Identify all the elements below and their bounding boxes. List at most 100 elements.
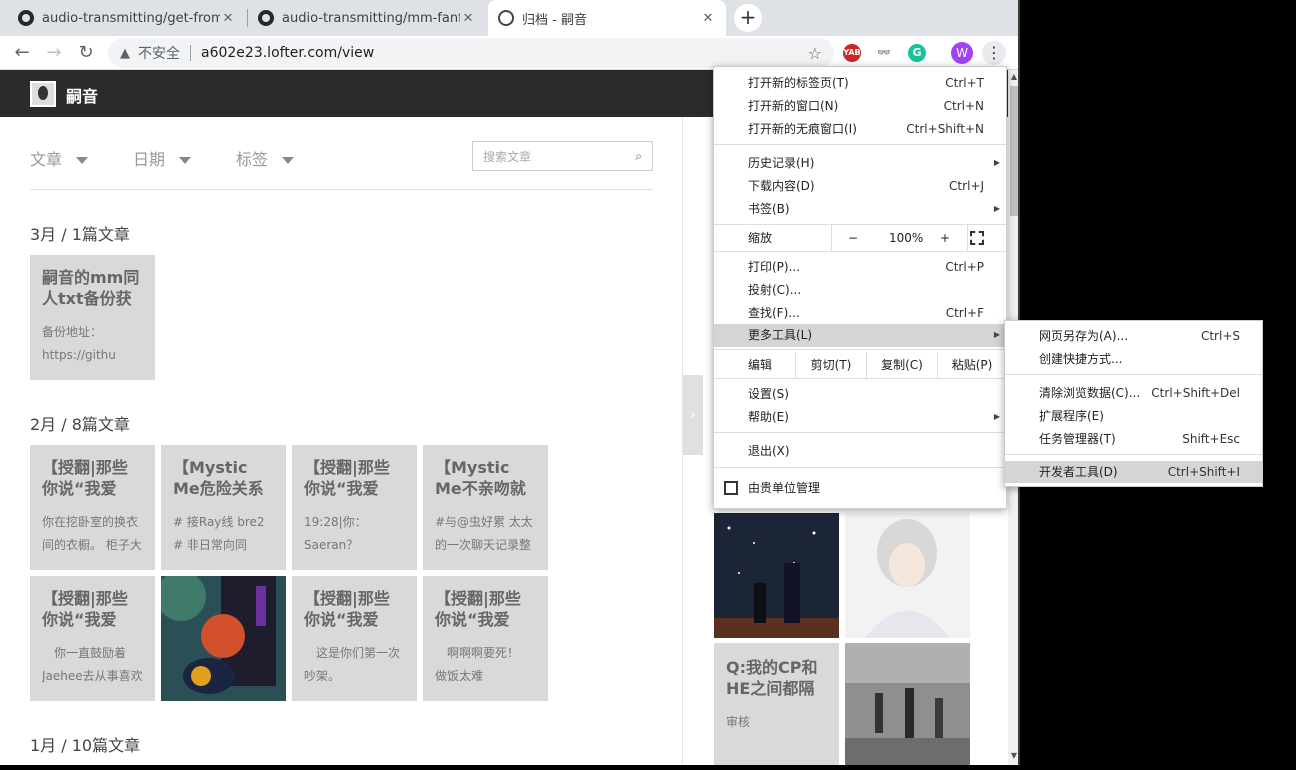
- thumbnail-image[interactable]: [845, 643, 970, 765]
- profile-avatar[interactable]: W: [951, 42, 973, 64]
- search-input[interactable]: 搜索文章 ⌕: [472, 141, 653, 171]
- omnibox-divider: [190, 45, 191, 61]
- menu-item-help[interactable]: 帮助(E) ▶: [714, 406, 1006, 428]
- menu-item-create-shortcut[interactable]: 创建快捷方式...: [1005, 348, 1262, 370]
- building-icon: [724, 481, 738, 495]
- address-bar[interactable]: ▲ 不安全 a602e23.lofter.com/view ☆: [108, 38, 834, 68]
- back-button[interactable]: ←: [10, 41, 34, 65]
- menu-item-save-page[interactable]: 网页另存为(A)... Ctrl+S: [1005, 325, 1262, 347]
- thumbnail-card[interactable]: Q:我的CP和HE之间都隔 审核: [714, 643, 839, 765]
- menu-item-new-tab[interactable]: 打开新的标签页(T) Ctrl+T: [714, 72, 1006, 94]
- menu-item-devtools[interactable]: 开发者工具(D) Ctrl+Shift+I: [1005, 461, 1262, 483]
- tab-github-get-from-lofter[interactable]: audio-transmitting/get-from-l ✕: [8, 0, 246, 36]
- forward-button[interactable]: →: [42, 41, 66, 65]
- menu-item-clear-data[interactable]: 清除浏览数据(C)... Ctrl+Shift+Del: [1005, 382, 1262, 404]
- reload-button[interactable]: ↻: [74, 41, 98, 65]
- article-card[interactable]: 【授翻|那些你说“我爱 你一直鼓励着Jaehee去从事喜欢: [30, 576, 155, 701]
- card-title: 【授翻|那些你说“我爱: [42, 589, 128, 629]
- menu-shortcut: Shift+Esc: [1182, 432, 1240, 446]
- warning-icon[interactable]: ▲: [120, 46, 130, 61]
- menu-item-more-tools[interactable]: 更多工具(L) ▶: [714, 324, 1006, 347]
- menu-separator: [714, 432, 1006, 433]
- menu-item-settings[interactable]: 设置(S): [714, 383, 1006, 405]
- menu-separator: [714, 251, 1006, 252]
- tab-github-mm-fanfic[interactable]: audio-transmitting/mm-fanfic ✕: [248, 0, 486, 36]
- new-tab-button[interactable]: +: [734, 4, 762, 32]
- close-icon[interactable]: ✕: [220, 11, 236, 26]
- tab-title: audio-transmitting/get-from-l: [42, 10, 220, 26]
- menu-item-new-window[interactable]: 打开新的窗口(N) Ctrl+N: [714, 95, 1006, 117]
- menu-item-managed[interactable]: 由贵单位管理: [714, 476, 1006, 500]
- menu-shortcut: Ctrl+T: [945, 76, 984, 90]
- fullscreen-icon[interactable]: [970, 231, 984, 245]
- tab-archive-active[interactable]: 归档 - 嗣音 ✕: [488, 0, 726, 36]
- card-excerpt: 你一直鼓励着Jaehee去从事喜欢: [42, 646, 143, 683]
- menu-label: 打开新的窗口(N): [748, 99, 839, 113]
- copy-button[interactable]: 复制(C): [866, 352, 937, 378]
- article-card[interactable]: 【授翻|那些你说“我爱 啊啊啊要死！ 做饭太难: [423, 576, 548, 701]
- close-icon[interactable]: ✕: [700, 11, 716, 26]
- extension-glasses-icon[interactable]: 👓: [875, 44, 893, 62]
- article-card[interactable]: 【授翻|那些你说“我爱 19:28|你： Saeran？ 19:30|S: [292, 445, 417, 570]
- menu-item-exit[interactable]: 退出(X): [714, 440, 1006, 462]
- url-text[interactable]: a602e23.lofter.com/view: [201, 45, 808, 61]
- street-photo-image: [845, 643, 970, 765]
- filter-date[interactable]: 日期: [133, 146, 192, 170]
- filter-tags[interactable]: 标签: [236, 146, 295, 170]
- chrome-menu-button[interactable]: ⋮: [982, 41, 1006, 65]
- bookmark-star-icon[interactable]: ☆: [808, 44, 822, 63]
- article-card[interactable]: 【Mystic Me不亲吻就出不 #与@虫好累 太太的一次聊天记录整: [423, 445, 548, 570]
- article-card[interactable]: 【Mystic Me危险关系 # 接Ray线 bre2 # 非日常向同: [161, 445, 286, 570]
- menu-label: 更多工具(L): [748, 328, 813, 342]
- extension-yab-icon[interactable]: YAB: [843, 44, 861, 62]
- cut-button[interactable]: 剪切(T): [795, 352, 866, 378]
- card-title: 【授翻|那些你说“我爱: [435, 589, 521, 629]
- article-card[interactable]: 【授翻|那些你说“我爱 你在挖卧室的换衣间的衣橱。 柜子大: [30, 445, 155, 570]
- thumbnail-image[interactable]: [845, 513, 970, 638]
- menu-item-find[interactable]: 查找(F)... Ctrl+F: [714, 302, 1006, 324]
- menu-item-bookmarks[interactable]: 书签(B) ▶: [714, 198, 1006, 220]
- lofter-favicon-icon: [498, 10, 514, 26]
- month-heading: 2月 / 8篇文章: [30, 415, 130, 434]
- search-icon[interactable]: ⌕: [635, 149, 642, 164]
- chevron-right-icon: ▶: [993, 204, 1000, 213]
- portrait-image: [845, 513, 970, 638]
- scrollbar-thumb[interactable]: [1010, 86, 1018, 216]
- site-name[interactable]: 嗣音: [66, 83, 98, 107]
- close-icon[interactable]: ✕: [460, 11, 476, 26]
- paste-button[interactable]: 粘贴(P): [937, 352, 1006, 378]
- card-title: 【授翻|那些你说“我爱: [304, 458, 390, 498]
- thumbnail-image[interactable]: [714, 513, 839, 638]
- chevron-right-icon: ▶: [993, 158, 1000, 167]
- card-excerpt: 啊啊啊要死！ 做饭太难: [435, 646, 532, 683]
- scroll-up-icon[interactable]: ▲: [1008, 70, 1018, 84]
- search-placeholder: 搜索文章: [483, 149, 532, 164]
- sidebar-toggle-tab[interactable]: ›: [683, 375, 703, 455]
- menu-label: 由贵单位管理: [748, 481, 821, 495]
- filter-date-label: 日期: [133, 150, 166, 169]
- scroll-down-icon[interactable]: ▼: [1008, 749, 1018, 763]
- illustration-image: [161, 576, 286, 701]
- zoom-in-button[interactable]: +: [940, 225, 950, 251]
- filter-article[interactable]: 文章: [30, 146, 89, 170]
- extension-grammarly-icon[interactable]: G: [908, 44, 926, 62]
- zoom-out-button[interactable]: −: [848, 225, 858, 251]
- menu-item-cast[interactable]: 投射(C)...: [714, 279, 1006, 301]
- menu-item-print[interactable]: 打印(P)... Ctrl+P: [714, 256, 1006, 278]
- site-avatar[interactable]: [30, 81, 56, 107]
- menu-item-history[interactable]: 历史记录(H) ▶: [714, 152, 1006, 174]
- menu-item-incognito[interactable]: 打开新的无痕窗口(I) Ctrl+Shift+N: [714, 118, 1006, 140]
- article-card-image[interactable]: [161, 576, 286, 701]
- chevron-right-icon: ▶: [993, 412, 1000, 421]
- article-card[interactable]: 【授翻|那些你说“我爱 这是你们第一次吵架。: [292, 576, 417, 701]
- menu-item-task-manager[interactable]: 任务管理器(T) Shift+Esc: [1005, 428, 1262, 450]
- menu-separator: [714, 467, 1006, 468]
- insecure-label[interactable]: 不安全: [138, 43, 180, 63]
- menu-shortcut: Ctrl+Shift+Del: [1151, 386, 1240, 400]
- filter-tags-label: 标签: [236, 150, 269, 169]
- menu-item-extensions[interactable]: 扩展程序(E): [1005, 405, 1262, 427]
- tab-strip: audio-transmitting/get-from-l ✕ audio-tr…: [0, 0, 1018, 36]
- menu-item-downloads[interactable]: 下载内容(D) Ctrl+J: [714, 175, 1006, 197]
- article-card[interactable]: 嗣音的mm同人txt备份获 备份地址： https://githu: [30, 255, 155, 380]
- filter-article-label: 文章: [30, 150, 63, 169]
